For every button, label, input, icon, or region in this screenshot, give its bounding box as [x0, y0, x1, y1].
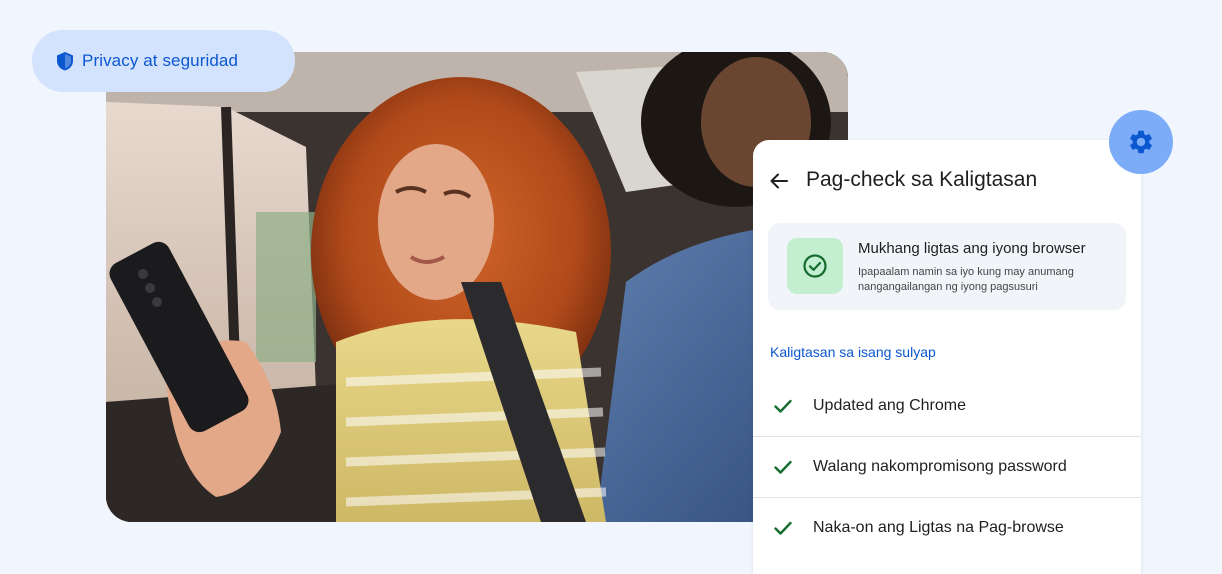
- hero-photo: [106, 52, 848, 522]
- back-button[interactable]: [767, 168, 791, 194]
- status-box: Mukhang ligtas ang iyong browser Ipapaal…: [768, 223, 1126, 310]
- page-title: Pag-check sa Kaligtasan: [806, 168, 1038, 191]
- settings-button[interactable]: [1109, 110, 1173, 174]
- check-icon: [773, 457, 793, 477]
- check-list: Updated ang Chrome Walang nakompromisong…: [753, 375, 1141, 558]
- check-item-safe-browsing[interactable]: Naka-on ang Ligtas na Pag-browse: [753, 497, 1141, 558]
- privacy-badge-label: Privacy at seguridad: [82, 51, 239, 70]
- check-item-label: Updated ang Chrome: [813, 396, 966, 414]
- check-item-passwords[interactable]: Walang nakompromisong password: [753, 436, 1141, 497]
- check-item-chrome-updated[interactable]: Updated ang Chrome: [753, 375, 1141, 436]
- status-description: Ipapaalam namin sa iyo kung may anumang …: [858, 266, 1074, 293]
- safety-check-card: Pag-check sa Kaligtasan Mukhang ligtas a…: [753, 140, 1141, 574]
- check-icon: [773, 518, 793, 538]
- check-item-label: Naka-on ang Ligtas na Pag-browse: [813, 519, 1064, 536]
- photo-illustration: [106, 52, 848, 522]
- status-icon-container: [787, 238, 843, 294]
- check-item-label: Walang nakompromisong password: [813, 458, 1067, 475]
- card-header: Pag-check sa Kaligtasan: [753, 140, 1141, 222]
- privacy-badge: Privacy at seguridad: [32, 30, 295, 92]
- gear-icon: [1130, 130, 1152, 154]
- check-circle-icon: [803, 254, 827, 278]
- shield-icon: [56, 51, 74, 71]
- arrow-back-icon: [770, 173, 788, 189]
- section-title: Kaligtasan sa isang sulyap: [770, 344, 936, 360]
- check-icon: [773, 396, 793, 416]
- status-title: Mukhang ligtas ang iyong browser: [858, 240, 1086, 257]
